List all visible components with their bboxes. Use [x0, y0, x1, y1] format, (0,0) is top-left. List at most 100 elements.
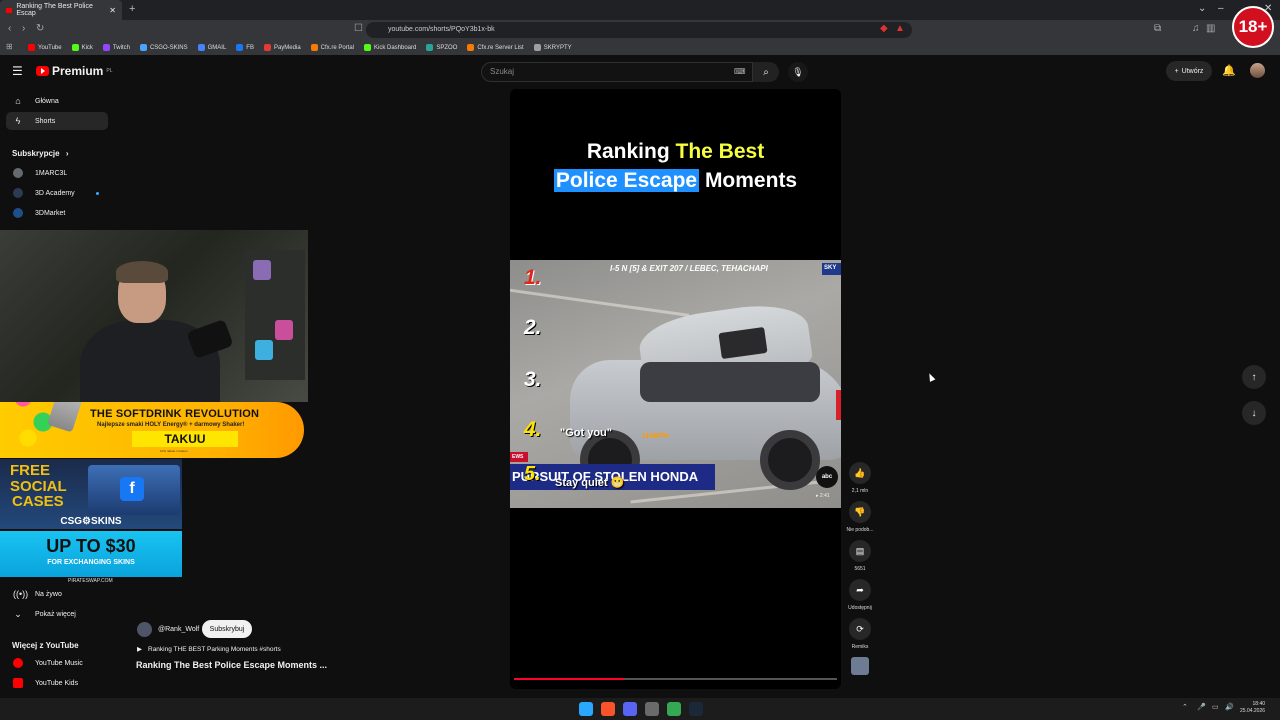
bookmark-item[interactable]: Cfx.re Portal — [310, 44, 354, 51]
media-icon[interactable]: ♫ — [1192, 23, 1200, 34]
forward-icon[interactable]: › — [22, 23, 25, 34]
sidebar-item-youtube-kids[interactable]: YouTube Kids — [6, 674, 108, 692]
sidebar-sub-3d-academy[interactable]: 3D Academy — [6, 184, 108, 202]
search-placeholder: Szukaj — [490, 67, 515, 76]
back-icon[interactable]: ‹ — [8, 23, 11, 34]
speed-readout: 116MPH — [642, 433, 669, 440]
steam-icon[interactable] — [689, 702, 703, 716]
subscribe-button[interactable]: Subskrybuj — [202, 620, 252, 638]
create-button[interactable]: + Utwórz — [1166, 61, 1212, 81]
extensions-icon[interactable]: ⧉ — [1154, 23, 1161, 34]
new-content-dot — [96, 191, 99, 195]
brave-shield-icon[interactable]: ◆ — [880, 23, 888, 34]
address-bar-row: ‹ › ↻ ☐ youtube.com/shorts/PQoY3b1x-bk ◆… — [0, 20, 1280, 40]
brave-rewards-icon[interactable]: ▲ — [895, 23, 905, 34]
bookmark-item[interactable]: PayMedia — [263, 44, 301, 51]
previous-short-button[interactable]: ↑ — [1242, 365, 1266, 389]
channel-handle[interactable]: @Rank_Wolf — [158, 626, 199, 633]
search-button[interactable]: ⌕ — [753, 62, 779, 82]
notifications-bell-icon[interactable]: 🔔 — [1222, 64, 1236, 77]
bookmark-item[interactable]: Kick Dashboard — [364, 44, 416, 51]
sidebar-item-live[interactable]: ((•)) Na żywo — [6, 585, 108, 603]
arrow-up-icon: ↑ — [1251, 371, 1257, 383]
sidebar-item-home[interactable]: ⌂ Główna — [6, 92, 108, 110]
rank-3: 3. — [524, 368, 542, 391]
discord-icon[interactable] — [623, 702, 637, 716]
sidebar-item-youtube-music[interactable]: YouTube Music — [6, 654, 108, 672]
next-short-button[interactable]: ↓ — [1242, 401, 1266, 425]
playlist-label: Ranking THE BEST Parking Moments #shorts — [148, 645, 281, 653]
comments-button[interactable]: ▤ 5651 — [845, 540, 875, 572]
url-field[interactable]: youtube.com/shorts/PQoY3b1x-bk — [366, 22, 912, 38]
tab-search-icon[interactable]: ⌄ — [1198, 3, 1206, 14]
comment-icon: ▤ — [849, 540, 871, 562]
bookmark-item[interactable]: Twitch — [102, 44, 130, 51]
minimize-icon[interactable]: – — [1218, 3, 1224, 14]
sidebar-sub-3dmarket[interactable]: 3DMarket — [6, 204, 108, 222]
video-title[interactable]: Ranking The Best Police Escape Moments .… — [136, 660, 327, 670]
channel-avatar[interactable] — [137, 622, 152, 637]
voice-search-button[interactable]: 🎙 — [788, 62, 808, 82]
ad-brand: CSG⚙SKINS — [60, 516, 122, 527]
terminal-icon[interactable] — [645, 702, 659, 716]
browser-tab[interactable]: Ranking The Best Police Escap ✕ — [0, 0, 122, 20]
bookmark-label: CSGO-SKINS — [149, 44, 188, 51]
chrome-icon[interactable] — [667, 702, 681, 716]
taskbar-clock[interactable]: 18:40 25.04.2026 — [1240, 701, 1265, 715]
keyboard-icon[interactable]: ⌨ — [734, 67, 746, 76]
reload-icon[interactable]: ↻ — [36, 23, 44, 34]
bookmark-favicon-icon — [197, 44, 205, 51]
sound-source-avatar[interactable] — [851, 657, 869, 675]
volume-icon[interactable]: 🔊 — [1225, 703, 1234, 711]
sidebar-toggle-icon[interactable]: ▥ — [1206, 23, 1215, 34]
bookmark-label: SPZOO — [436, 44, 458, 51]
close-tab-icon[interactable]: ✕ — [109, 6, 116, 15]
home-icon: ⌂ — [15, 96, 21, 106]
car-wheel — [760, 430, 820, 490]
sidebar-item-shorts[interactable]: ϟ Shorts — [6, 112, 108, 130]
bookmark-label: YouTube — [38, 44, 62, 51]
sidebar-sub-1marc3l[interactable]: 1MARC3L — [6, 164, 108, 182]
youtube-logo[interactable]: Premium PL — [36, 64, 112, 78]
bookmark-item[interactable]: Kick — [71, 44, 93, 51]
sidebar-show-more[interactable]: ⌄ Pokaż więcej — [6, 605, 108, 623]
bookmark-item[interactable]: YouTube — [28, 44, 62, 51]
windows-start-icon[interactable] — [579, 702, 593, 716]
bookmark-item[interactable]: SPZOO — [426, 44, 457, 51]
dislike-button[interactable]: 👎 Nie podob... — [845, 501, 875, 533]
like-button[interactable]: 👍 2,1 mln — [845, 462, 875, 494]
network-icon[interactable]: ▭ — [1212, 703, 1219, 711]
tab-title: Ranking The Best Police Escap — [16, 3, 93, 17]
new-tab-icon[interactable]: + — [129, 3, 135, 15]
rank-5: 5. — [524, 463, 541, 485]
chevron-right-icon: › — [65, 149, 69, 158]
bookmark-label: GMAIL — [207, 44, 227, 51]
bookmark-item[interactable]: SKRYPTY — [533, 44, 572, 51]
bookmark-favicon-icon — [310, 44, 318, 51]
share-label: Udostępnij — [848, 605, 872, 611]
video-overlay-title: Ranking The Best Police Escape Moments — [510, 137, 841, 195]
microphone-tray-icon[interactable]: 🎤 — [1197, 703, 1206, 711]
bookmark-item[interactable]: FB — [236, 44, 254, 51]
tray-chevron-icon[interactable]: ⌃ — [1182, 703, 1188, 711]
search-input[interactable]: Szukaj ⌨ — [481, 62, 753, 82]
sidebar-item-label: YouTube Kids — [35, 679, 79, 687]
ad-offer: UP TO $30 — [46, 536, 136, 556]
shorts-video-player[interactable]: Ranking The Best Police Escape Moments I… — [510, 89, 841, 689]
account-avatar[interactable] — [1250, 63, 1265, 78]
remix-button[interactable]: ⟳ Remiks — [845, 618, 875, 650]
dislike-label: Nie podob... — [846, 527, 874, 533]
subscriptions-heading[interactable]: Subskrypcje › — [12, 149, 68, 158]
bookmark-favicon-icon — [71, 44, 79, 51]
brave-browser-icon[interactable] — [601, 702, 615, 716]
bookmark-item[interactable]: Cfx.re Server List — [467, 44, 524, 51]
apps-grid-icon[interactable]: ⊞ — [6, 42, 13, 51]
bookmark-item[interactable]: GMAIL — [197, 44, 227, 51]
playlist-link[interactable]: ▶ Ranking THE BEST Parking Moments #shor… — [137, 645, 281, 654]
bookmark-item[interactable]: CSGO-SKINS — [139, 44, 188, 51]
share-button[interactable]: ➦ Udostępnij — [845, 579, 875, 611]
comments-count: 5651 — [854, 566, 866, 572]
browser-tab-bar: Ranking The Best Police Escap ✕ + ⌄ – ✕ — [0, 0, 1280, 20]
bookmark-icon[interactable]: ☐ — [354, 23, 363, 34]
menu-icon[interactable]: ☰ — [12, 64, 23, 78]
